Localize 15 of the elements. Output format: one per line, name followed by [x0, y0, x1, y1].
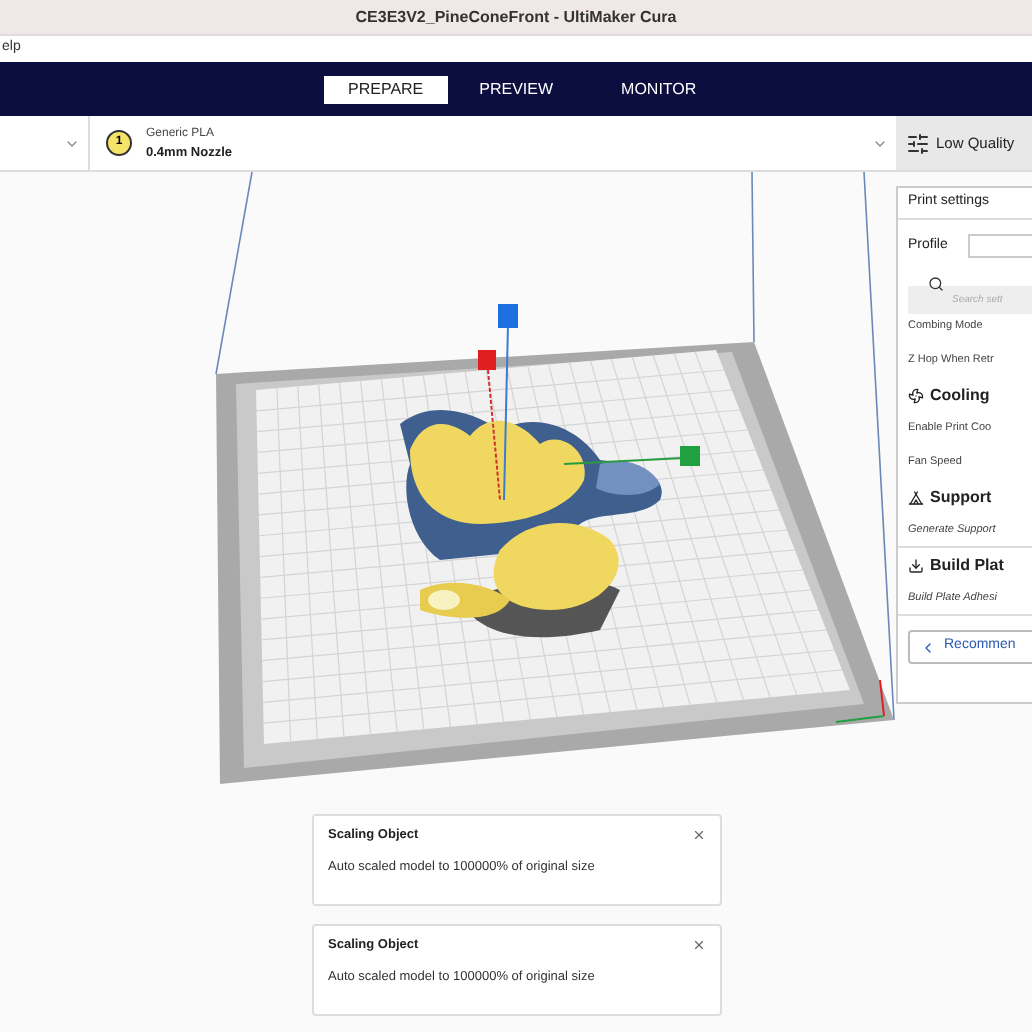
window-title: CE3E3V2_PineConeFront - UltiMaker Cura — [355, 5, 677, 29]
tent-icon — [908, 489, 924, 505]
search-icon — [928, 276, 944, 292]
chevron-left-icon — [920, 639, 936, 655]
nav-tab[interactable]: PREPARE — [324, 75, 448, 103]
fan-icon — [908, 387, 924, 403]
nav-tab[interactable]: MONITOR — [597, 75, 721, 103]
sliders-icon — [906, 131, 930, 155]
category-header[interactable]: Build Plat — [930, 553, 1004, 577]
category-header[interactable]: Support — [930, 485, 992, 509]
category-header[interactable]: Cooling — [930, 383, 990, 407]
nav-tab[interactable]: PREVIEW — [455, 75, 578, 103]
tray-download-icon — [908, 557, 924, 573]
close-icon[interactable] — [692, 938, 706, 953]
close-icon[interactable] — [692, 828, 706, 843]
